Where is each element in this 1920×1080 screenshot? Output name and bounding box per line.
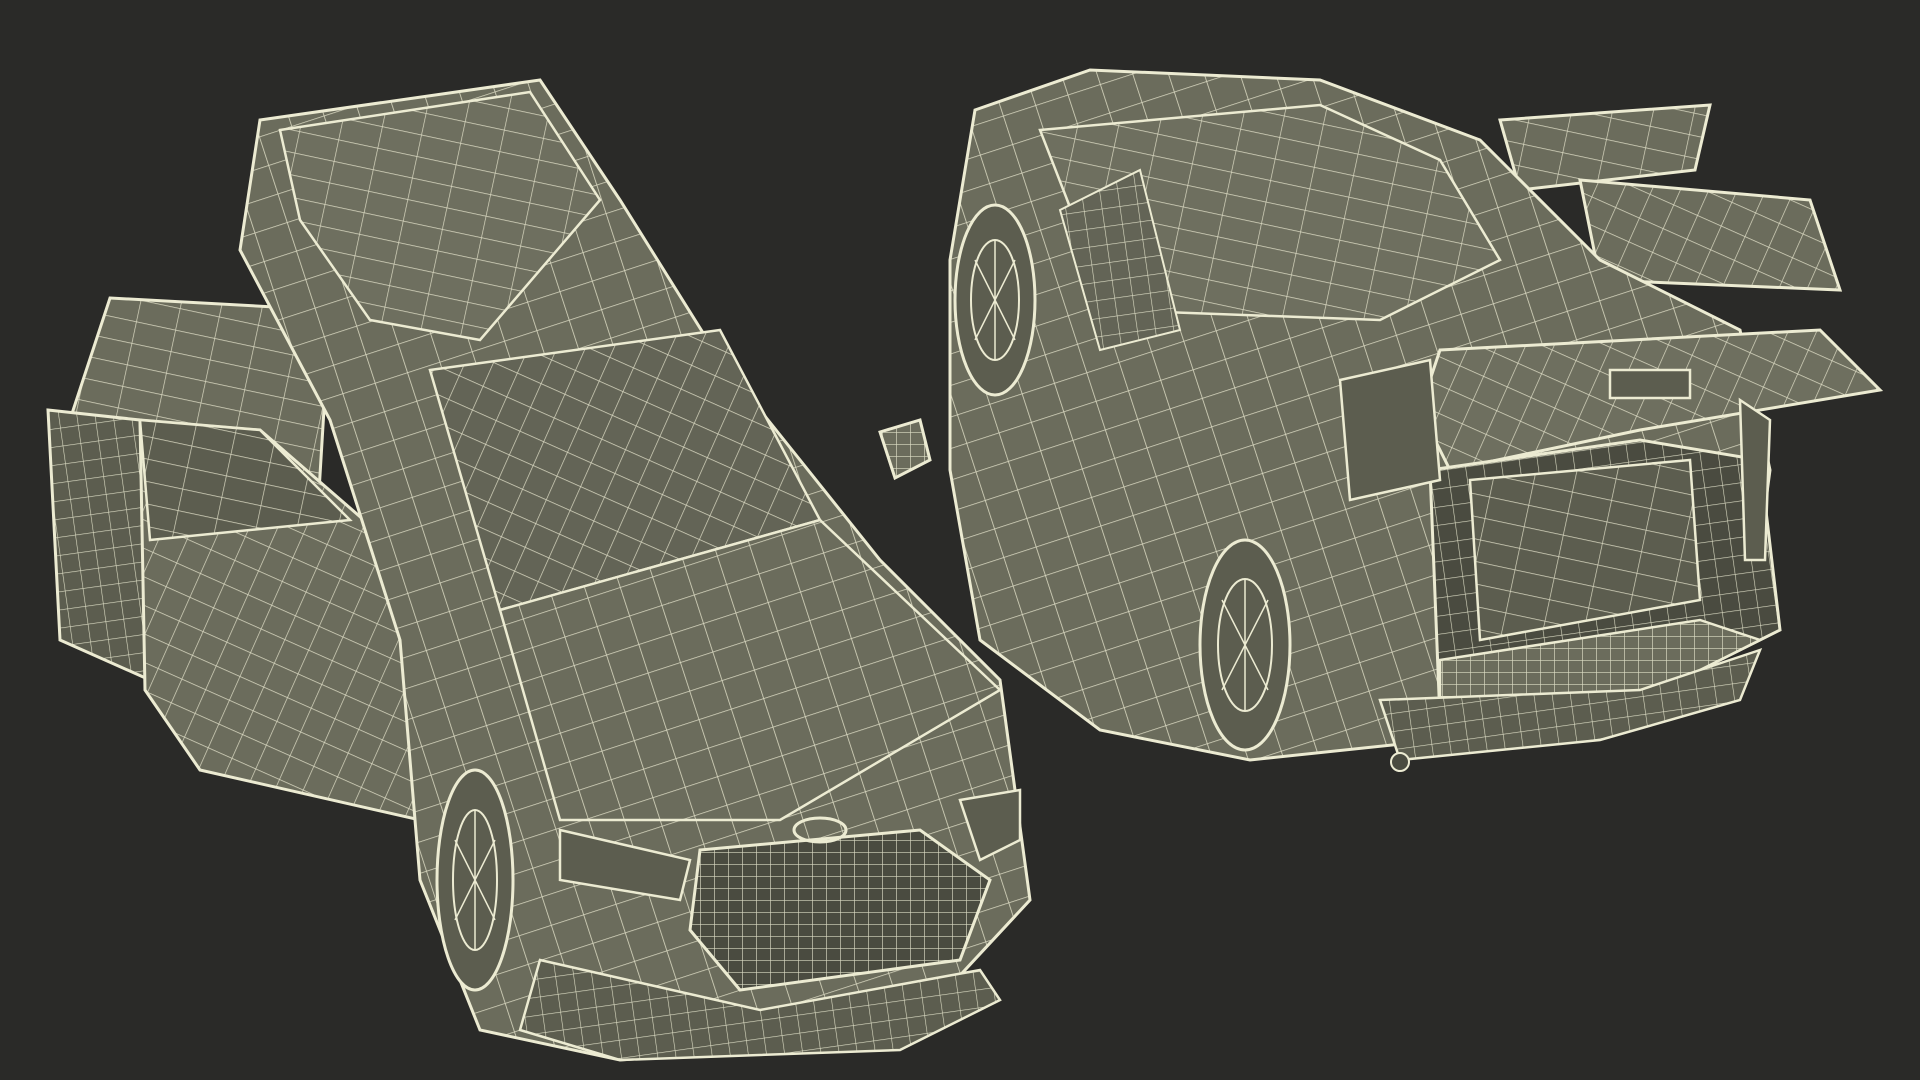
front-wheel [435,768,515,992]
wireframe-render-scene [0,0,1920,1080]
rear-wheel-front [953,203,1037,397]
taillight-right [1738,397,1772,562]
tailgate-plate-recess [1608,368,1692,400]
exhaust-left [1390,752,1410,772]
taillight-left [1338,358,1442,502]
rear-wheel-back [1198,538,1292,752]
